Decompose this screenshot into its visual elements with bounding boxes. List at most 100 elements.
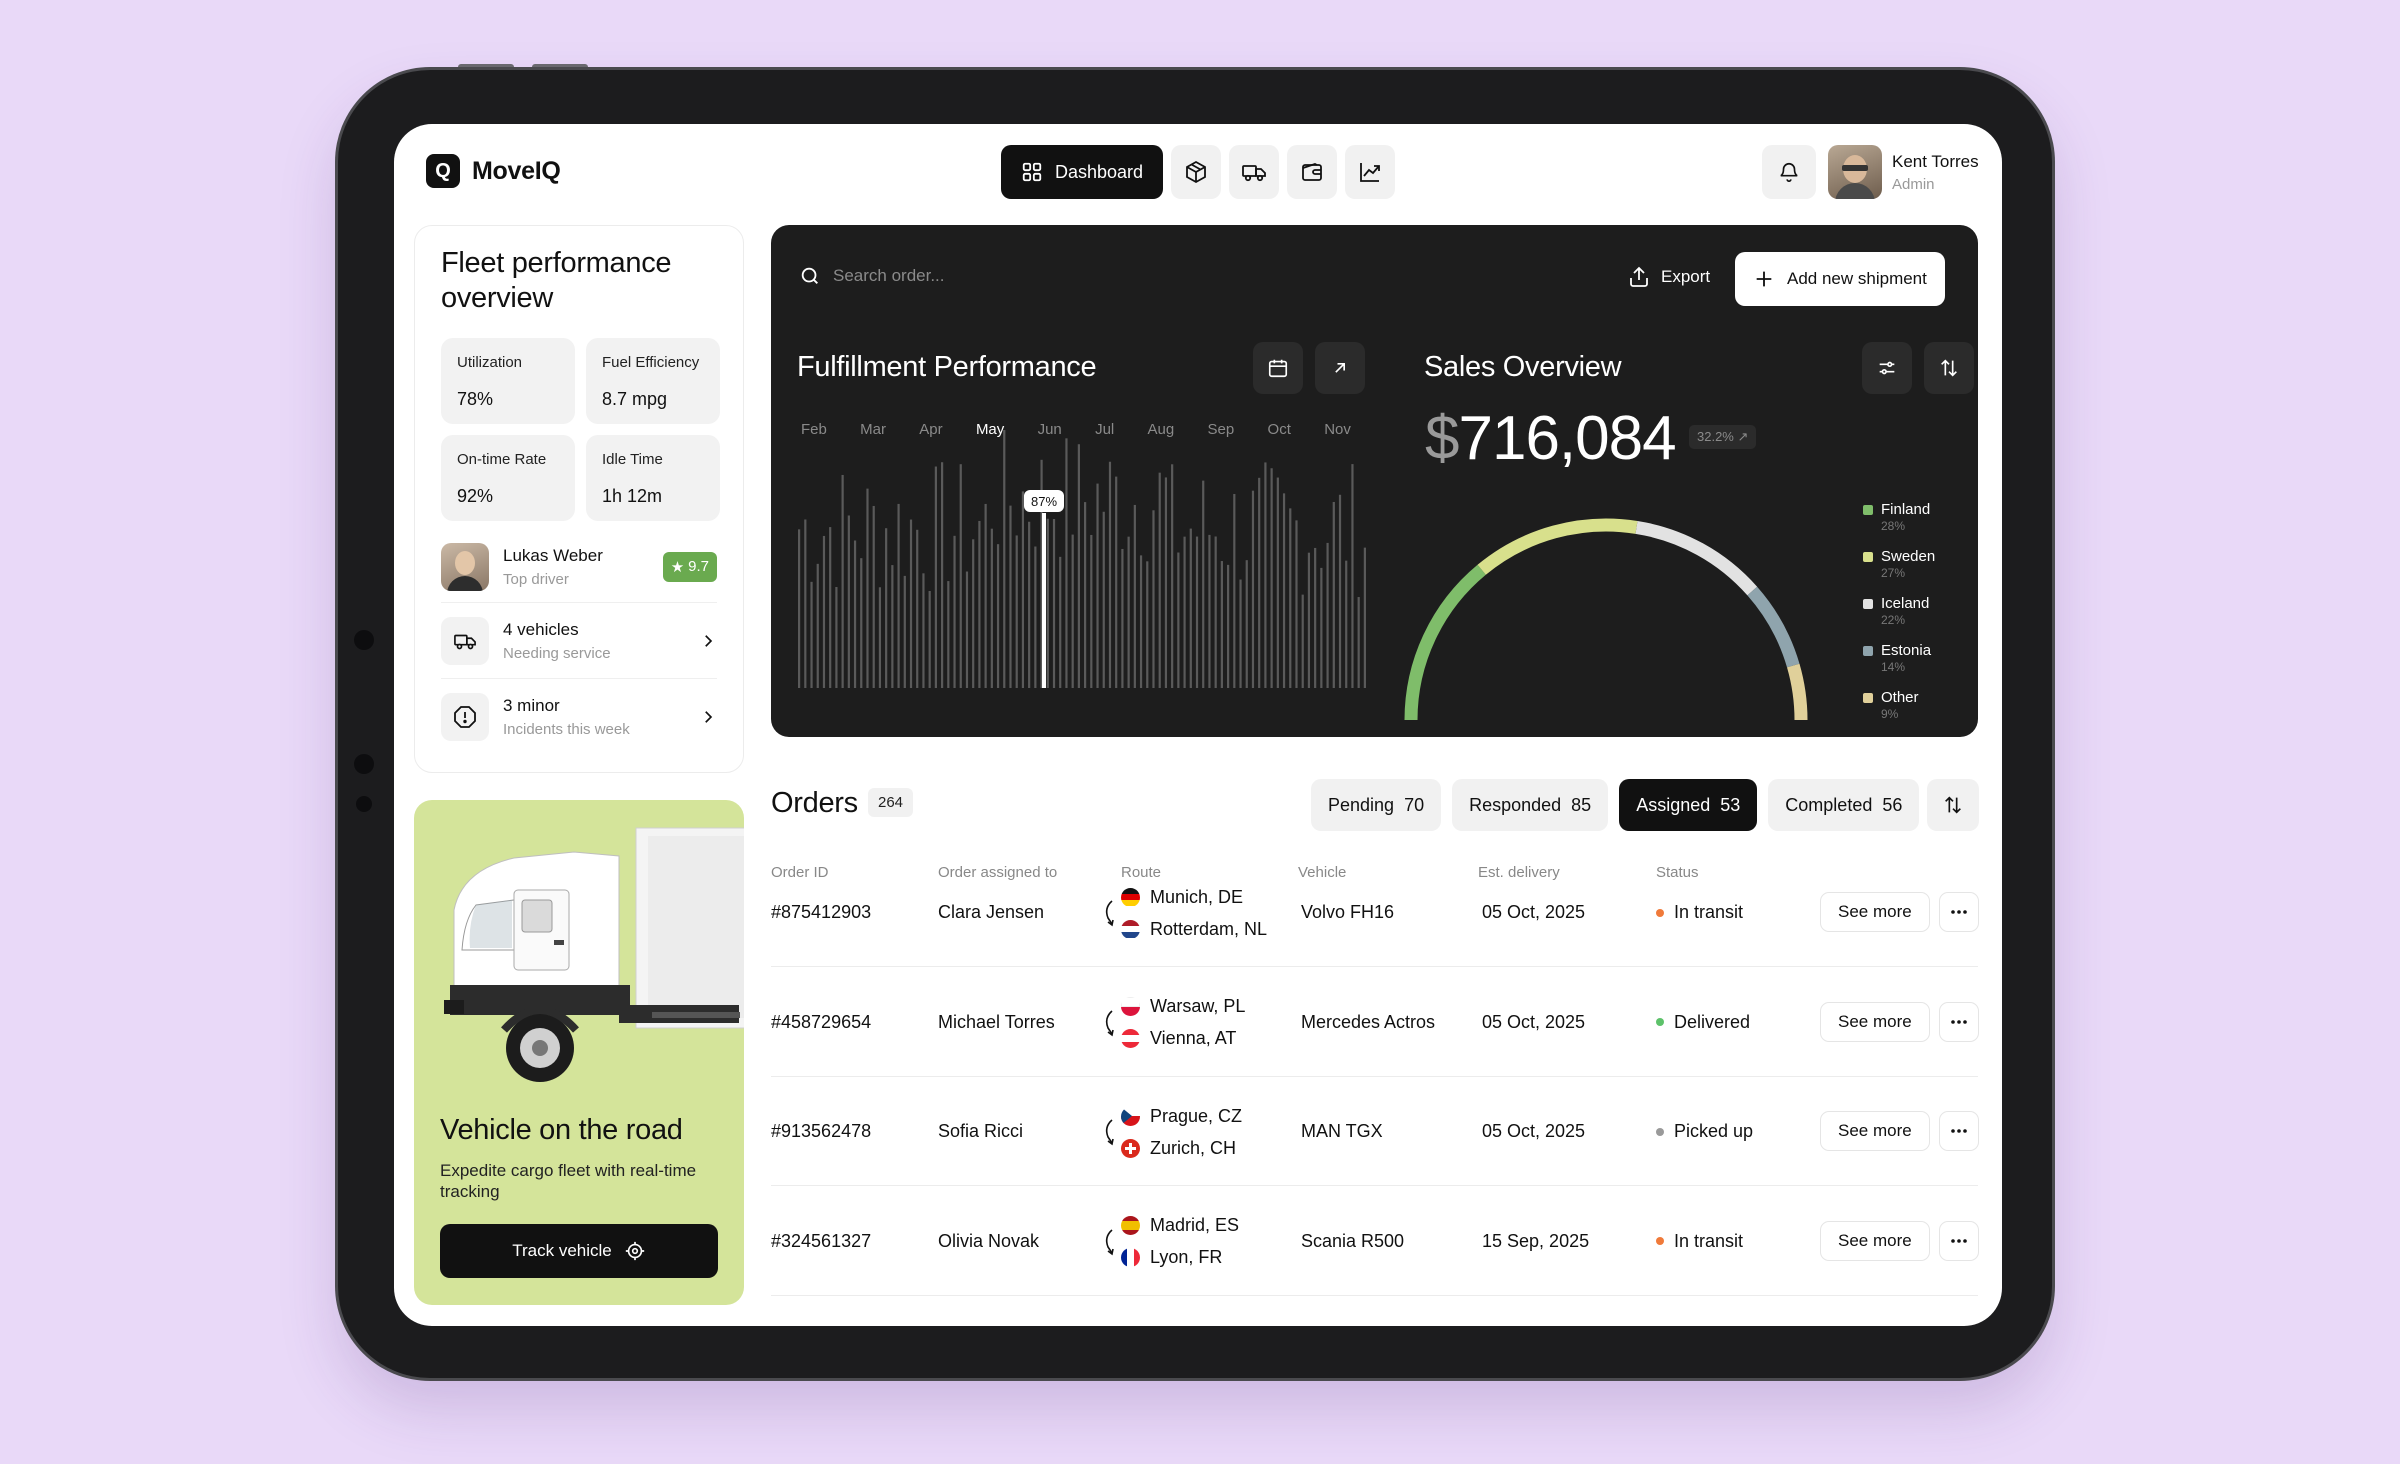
driver-score: 9.7 xyxy=(688,558,709,575)
nav-dashboard-label: Dashboard xyxy=(1055,161,1144,182)
order-vehicle: Mercedes Actros xyxy=(1301,1011,1436,1032)
fulfillment-bar-chart: 87% xyxy=(798,430,1366,688)
vehicles-service-row[interactable]: 4 vehicles Needing service xyxy=(441,603,717,679)
status-badge: In transit xyxy=(1656,902,1743,923)
sales-title: Sales Overview xyxy=(1424,351,1622,383)
more-options-button[interactable] xyxy=(1939,892,1979,932)
bar xyxy=(1183,536,1186,688)
top-driver-row[interactable]: Lukas Weber Top driver ★ 9.7 xyxy=(441,531,717,603)
gauge-segment xyxy=(1635,520,1758,596)
legend-swatch xyxy=(1863,552,1873,562)
bar xyxy=(1152,510,1155,688)
more-options-button[interactable] xyxy=(1939,1111,1979,1151)
order-id[interactable]: #875412903 xyxy=(771,902,871,923)
bar xyxy=(822,535,826,688)
status-badge: In transit xyxy=(1656,1231,1743,1252)
see-more-button[interactable]: See more xyxy=(1820,1220,1930,1261)
order-assignee: Sofia Ricci xyxy=(938,1121,1024,1141)
orders-sort-button[interactable] xyxy=(1927,779,1979,831)
user-name: Kent Torres xyxy=(1892,151,1979,171)
avatar xyxy=(441,542,489,591)
bar xyxy=(947,581,950,688)
add-shipment-button[interactable]: Add new shipment xyxy=(1735,252,1945,306)
filter-pending[interactable]: Pending 70 xyxy=(1311,779,1442,831)
bar xyxy=(959,464,962,688)
more-options-button[interactable] xyxy=(1939,1220,1979,1261)
order-id[interactable]: #324561327 xyxy=(771,1231,871,1252)
see-more-label: See more xyxy=(1838,1121,1912,1140)
bar xyxy=(1270,468,1273,688)
route-arrow-icon xyxy=(1105,1009,1114,1036)
bar xyxy=(953,535,956,688)
bell-icon xyxy=(1780,163,1798,182)
legend-item: Finland 28% xyxy=(1863,501,1935,533)
stat-fuel-efficiency: Fuel Efficiency 8.7 mpg xyxy=(586,338,720,424)
user-profile[interactable]: Kent Torres Admin xyxy=(1828,145,1979,199)
filter-completed[interactable]: Completed 56 xyxy=(1768,779,1920,831)
app-logo[interactable]: Q MoveIQ xyxy=(426,154,561,188)
sales-gauge-chart xyxy=(1404,518,1808,721)
bar xyxy=(1096,483,1099,688)
nav-analytics[interactable] xyxy=(1345,145,1396,199)
table-row[interactable]: #913562478 Sofia Ricci Prague, CZ Zurich… xyxy=(771,1077,1979,1186)
bar xyxy=(798,529,801,688)
see-more-button[interactable]: See more xyxy=(1820,1001,1930,1042)
driver-score-badge: ★ 9.7 xyxy=(662,551,717,582)
bar xyxy=(972,539,975,688)
flag-icon xyxy=(1121,1216,1140,1235)
nav-dashboard[interactable]: Dashboard xyxy=(1001,145,1164,199)
more-options-button[interactable] xyxy=(1939,1001,1979,1042)
legend-name: Iceland xyxy=(1881,595,1930,612)
bar xyxy=(941,462,944,688)
incidents-row[interactable]: 3 minor Incidents this week xyxy=(441,679,717,755)
table-row[interactable]: #458729654 Michael Torres Warsaw, PL Vie… xyxy=(771,968,1979,1077)
bar xyxy=(866,488,869,688)
flag-icon xyxy=(1121,919,1140,939)
order-id[interactable]: #458729654 xyxy=(771,1012,871,1033)
see-more-button[interactable]: See more xyxy=(1820,1111,1930,1151)
bar xyxy=(816,563,819,688)
order-delivery: 05 Oct, 2025 xyxy=(1482,902,1586,922)
legend-item: Iceland 22% xyxy=(1863,595,1935,627)
orders-count: 264 xyxy=(868,788,914,817)
legend-value: 22% xyxy=(1881,613,1906,627)
bar xyxy=(1121,548,1124,688)
flag-icon xyxy=(1121,1138,1140,1158)
bar xyxy=(1077,444,1080,688)
filter-responded[interactable]: Responded 85 xyxy=(1452,779,1609,831)
route-arrow-icon xyxy=(1105,1119,1114,1146)
bar xyxy=(1003,430,1006,688)
export-button[interactable]: Export xyxy=(1627,265,1710,289)
bar xyxy=(1195,536,1199,688)
table-row[interactable]: #324561327 Olivia Novak Madrid, ES Lyon,… xyxy=(771,1187,1979,1296)
incidents-sub: Incidents this week xyxy=(503,721,630,738)
flag-icon xyxy=(1121,1106,1140,1126)
notifications-button[interactable] xyxy=(1762,145,1816,199)
more-horizontal-icon xyxy=(1951,910,1967,914)
more-horizontal-icon xyxy=(1951,1019,1967,1024)
order-id[interactable]: #913562478 xyxy=(771,1121,871,1142)
stat-label: Fuel Efficiency xyxy=(602,354,700,371)
sales-change-badge: 32.2% ↗ xyxy=(1689,425,1757,449)
bar xyxy=(1295,520,1298,688)
bar xyxy=(1009,505,1012,688)
chevron-right-icon xyxy=(705,711,713,723)
bar xyxy=(1276,477,1279,688)
filter-assigned[interactable]: Assigned 53 xyxy=(1619,779,1758,831)
legend-item: Estonia 14% xyxy=(1863,642,1935,674)
nav-wallet[interactable] xyxy=(1287,145,1338,199)
stat-label: On-time Rate xyxy=(457,451,547,468)
nav-packages[interactable] xyxy=(1171,145,1222,199)
bar xyxy=(909,519,913,688)
bar xyxy=(872,505,875,688)
vehicles-title: 4 vehicles xyxy=(503,619,579,639)
sort-button[interactable] xyxy=(1924,342,1974,394)
nav-fleet[interactable] xyxy=(1229,145,1280,199)
table-row[interactable]: #875412903 Clara Jensen Munich, DE Rotte… xyxy=(771,858,1979,967)
see-more-button[interactable]: See more xyxy=(1820,892,1930,932)
camera-dot xyxy=(356,796,372,812)
status-dot xyxy=(1656,1127,1664,1136)
track-vehicle-label: Track vehicle xyxy=(512,1241,612,1260)
track-vehicle-button[interactable]: Track vehicle xyxy=(440,1224,718,1278)
filter-button[interactable] xyxy=(1862,342,1912,394)
